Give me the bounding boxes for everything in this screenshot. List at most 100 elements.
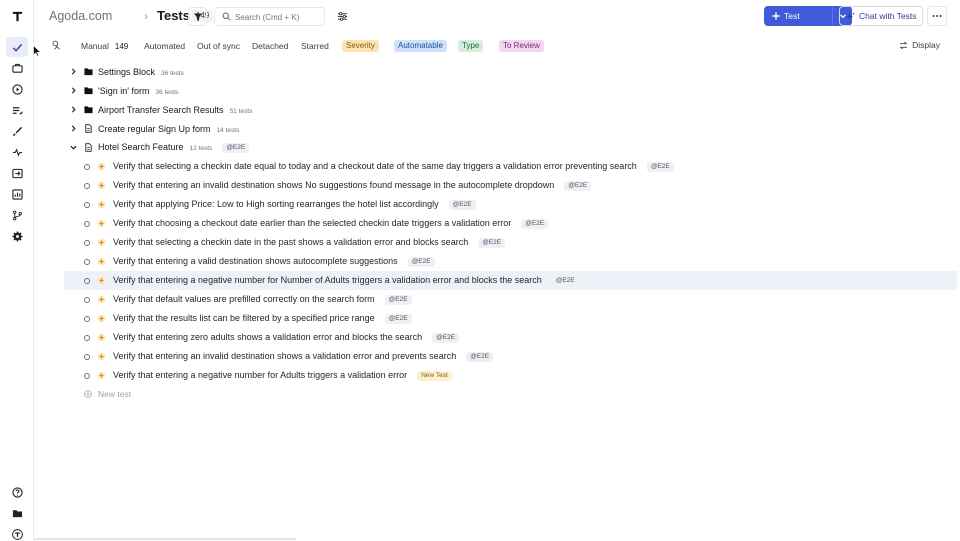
suite-row-expanded[interactable]: Hotel Search Feature 12 tests @E2E (64, 138, 957, 157)
display-button-label: Display (912, 40, 940, 50)
test-tag[interactable]: @E2E (478, 237, 506, 248)
test-row-hovered[interactable]: Verify that entering a negative number f… (64, 271, 957, 290)
automation-sparkle-icon (97, 276, 106, 285)
chip-automatable[interactable]: Automatable (394, 40, 447, 52)
status-circle-icon[interactable] (84, 220, 90, 227)
tab-manual-count: 149 (114, 42, 129, 51)
test-row[interactable]: Verify that entering zero adults shows a… (64, 328, 957, 347)
test-tag[interactable]: @E2E (448, 199, 476, 210)
page-title: Tests (157, 8, 190, 23)
status-circle-icon[interactable] (84, 277, 90, 284)
file-icon (85, 143, 92, 152)
test-tag[interactable]: @E2E (407, 256, 435, 267)
status-circle-icon[interactable] (84, 239, 90, 246)
status-circle-icon[interactable] (84, 258, 90, 265)
projects-folder-icon[interactable] (6, 503, 28, 523)
folder-name: Airport Transfer Search Results (98, 104, 224, 115)
logo-icon[interactable] (6, 6, 28, 26)
filter-button[interactable] (188, 7, 207, 26)
automation-sparkle-icon (97, 181, 106, 190)
test-row[interactable]: Verify that entering an invalid destinat… (64, 176, 957, 195)
view-options-button[interactable] (334, 8, 350, 24)
test-title: Verify that choosing a checkout date ear… (113, 218, 512, 229)
suite-tag[interactable]: @E2E (222, 142, 250, 153)
settings-gear-icon[interactable] (6, 226, 28, 246)
tab-out-of-sync[interactable]: Out of sync (197, 40, 240, 52)
more-options-button[interactable] (927, 6, 947, 26)
chip-severity[interactable]: Severity (342, 40, 379, 52)
display-button[interactable]: Display (899, 40, 940, 50)
search-box[interactable] (214, 7, 325, 26)
status-circle-icon[interactable] (84, 201, 90, 208)
chevron-right-icon[interactable] (69, 87, 77, 95)
new-test-row[interactable]: New test (64, 384, 957, 403)
collapse-tree-icon[interactable] (52, 40, 62, 50)
breadcrumb-project[interactable]: Agoda.com (49, 9, 112, 23)
test-tag[interactable]: @E2E (551, 275, 579, 286)
tests-check-icon[interactable] (6, 37, 28, 57)
status-circle-icon[interactable] (84, 296, 90, 303)
pulse-icon[interactable] (6, 142, 28, 162)
status-circle-icon[interactable] (84, 334, 90, 341)
chevron-right-icon[interactable] (69, 125, 77, 133)
test-row[interactable]: Verify that the results list can be filt… (64, 309, 957, 328)
automation-sparkle-icon (97, 219, 106, 228)
tab-detached[interactable]: Detached (252, 40, 288, 52)
chat-with-tests-label: Chat with Tests (859, 11, 917, 21)
suite-count: 12 tests (189, 145, 213, 153)
test-tag[interactable]: @E2E (521, 218, 549, 229)
suite-row[interactable]: Create regular Sign Up form 14 tests (64, 119, 957, 138)
chevron-right-icon[interactable] (69, 68, 77, 76)
help-icon[interactable] (6, 482, 28, 502)
status-circle-icon[interactable] (84, 182, 90, 189)
test-tag[interactable]: @E2E (384, 294, 412, 305)
test-row[interactable]: Verify that default values are prefilled… (64, 290, 957, 309)
test-tag[interactable]: @E2E (384, 313, 412, 324)
status-circle-icon[interactable] (84, 163, 90, 170)
test-row[interactable]: Verify that entering an invalid destinat… (64, 347, 957, 366)
folder-count: 36 tests (161, 69, 184, 77)
test-tag[interactable]: @E2E (466, 351, 494, 362)
test-tag[interactable]: @E2E (564, 180, 592, 191)
chat-with-tests-button[interactable]: Chat with Tests (839, 6, 923, 26)
new-test-button[interactable]: Test (764, 6, 832, 26)
steps-brush-icon[interactable] (6, 121, 28, 141)
analytics-icon[interactable] (6, 184, 28, 204)
plans-list-icon[interactable] (6, 100, 28, 120)
chevron-down-icon[interactable] (69, 144, 77, 152)
folder-row[interactable]: Settings Block 36 tests (64, 62, 957, 81)
chip-type[interactable]: Type (458, 40, 484, 52)
sparkle-icon (846, 11, 855, 20)
test-title: Verify that entering a negative number f… (113, 370, 408, 381)
horizontal-scrollbar[interactable] (34, 538, 296, 540)
automation-sparkle-icon (97, 200, 106, 209)
folder-row[interactable]: 'Sign in' form 36 tests (64, 81, 957, 100)
test-row[interactable]: Verify that choosing a checkout date ear… (64, 214, 957, 233)
automation-sparkle-icon (97, 371, 106, 380)
avatar[interactable] (6, 524, 28, 541)
suites-icon[interactable] (6, 58, 28, 78)
ellipsis-icon (932, 15, 942, 17)
chevron-right-icon[interactable] (69, 106, 77, 114)
chip-to-review[interactable]: To Review (499, 40, 544, 52)
test-row[interactable]: Verify that selecting a checkin date in … (64, 233, 957, 252)
suite-name: Hotel Search Feature (98, 142, 184, 153)
branch-icon[interactable] (6, 205, 28, 225)
status-circle-icon[interactable] (84, 315, 90, 322)
test-row[interactable]: Verify that entering a valid destination… (64, 252, 957, 271)
test-row[interactable]: Verify that selecting a checkin date equ… (64, 157, 957, 176)
status-circle-icon[interactable] (84, 372, 90, 379)
import-icon[interactable] (6, 163, 28, 183)
filter-funnel-icon (193, 13, 202, 21)
test-tag[interactable]: @E2E (646, 161, 674, 172)
test-row[interactable]: Verify that entering a negative number f… (64, 366, 957, 385)
test-row[interactable]: Verify that applying Price: Low to High … (64, 195, 957, 214)
tab-manual[interactable]: Manual 149 (81, 40, 128, 52)
runs-play-icon[interactable] (6, 79, 28, 99)
folder-row[interactable]: Airport Transfer Search Results 51 tests (64, 100, 957, 119)
tab-starred[interactable]: Starred (301, 40, 329, 52)
status-circle-icon[interactable] (84, 353, 90, 360)
tab-automated[interactable]: Automated (144, 40, 185, 52)
test-tag[interactable]: @E2E (432, 332, 460, 343)
search-input[interactable] (235, 10, 323, 24)
